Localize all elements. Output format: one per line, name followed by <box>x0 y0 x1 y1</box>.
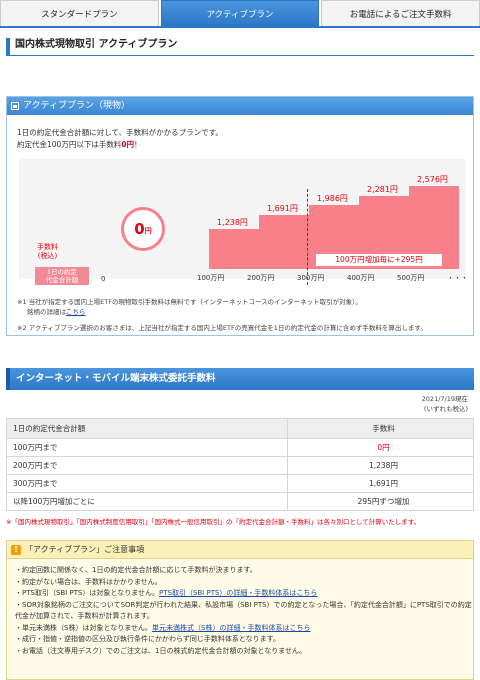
caution-list: 約定回数に関係なく、1日の約定代金合計額に応じて手数料が決まります。 約定がない… <box>7 559 473 657</box>
list-item: SOR対象銘柄のご注文についてSOR判定が行われた結果、私設市場（SBI PTS… <box>15 600 473 623</box>
zero-fee-unit: 円 <box>144 227 152 235</box>
warning-icon: ! <box>11 544 21 555</box>
row-amount: 300万円まで <box>6 474 288 493</box>
table-header-row: 1日の約定代金合計額 手数料 <box>6 418 475 439</box>
caution-box: ! 「アクティブプラン」ご注意事項 約定回数に関係なく、1日の約定代金合計額に応… <box>6 540 474 680</box>
header-amount: 1日の約定代金合計額 <box>6 418 288 439</box>
tab-active-plan[interactable]: アクティブプラン <box>160 0 320 26</box>
commission-table: 1日の約定代金合計額 手数料 100万円まで 0円 200万円まで 1,238円… <box>6 418 475 511</box>
amount-axis-label: 1日の約定 代金合計額 <box>35 267 89 285</box>
row-amount: 100万円まで <box>6 438 288 457</box>
fee-axis-label: 手数料 (税込) <box>37 243 58 261</box>
plan-intro: 1日の約定代金合計額に対して、手数料がかかるプランです。 約定代金100万円以下… <box>17 127 223 151</box>
axis-start-label: 0 <box>101 275 106 283</box>
x-tick-label: 400万円 <box>347 274 375 282</box>
caution-text: 成行・指値・逆指値の区分及び執行条件にかかわらず同じ手数料体系となります。 <box>22 635 280 643</box>
active-plan-title: アクティブプラン（現物） <box>23 101 131 111</box>
x-tick-label: ・・・ <box>447 274 468 282</box>
note-etf-detail-text: 銘柄の詳細は <box>27 308 66 316</box>
plan-tabs: スタンダードプラン アクティブプラン お電話によるご注文手数料 <box>0 0 480 28</box>
tab-phone-order-fee[interactable]: お電話によるご注文手数料 <box>321 0 480 26</box>
caution-text: SOR対象銘柄のご注文についてSOR判定が行われた結果、私設市場（SBI PTS… <box>15 600 472 621</box>
amount-label-line-1: 1日の約定 <box>46 268 78 276</box>
header-fee: 手数料 <box>286 418 475 439</box>
fee-bar-label: 2,281円 <box>367 184 398 194</box>
tab-standard-plan[interactable]: スタンダードプラン <box>0 0 159 26</box>
intro-exclaim: ！ <box>134 140 142 149</box>
plan-icon <box>11 102 19 110</box>
s-kabu-detail-link[interactable]: 単元未満株式（S株）の詳細・手数料体系はこちら <box>152 624 310 632</box>
caution-text: 約定回数に関係なく、1日の約定代金合計額に応じて手数料が決まります。 <box>22 566 257 574</box>
threshold-line <box>307 189 308 285</box>
x-tick-label: 100万円 <box>197 274 225 282</box>
x-tick-label: 200万円 <box>247 274 275 282</box>
fee-bar-label: 1,986円 <box>317 194 348 204</box>
note-2: ※2 アクティブプラン選択のお客さまは、上記当社が指定する国内上場ETFの売買代… <box>17 324 427 332</box>
x-tick-label: 300万円 <box>297 274 325 282</box>
fee-bar <box>209 229 259 269</box>
amount-label-line-2: 代金合計額 <box>45 276 79 284</box>
intro-line-2-text: 約定代金100万円以下は手数料 <box>17 140 122 149</box>
caution-header: ! 「アクティブプラン」ご注意事項 <box>7 541 473 559</box>
commission-date: 2021/7/19現在 (いずれも税込) <box>0 394 468 414</box>
intro-line-2: 約定代金100万円以下は手数料0円！ <box>17 139 223 151</box>
fee-bar-label: 1,691円 <box>267 203 298 213</box>
row-fee: 0円 <box>286 438 475 457</box>
fee-label-line-1: 手数料 <box>37 243 58 251</box>
caution-text: 単元未満株（S株）は対象となりません。 <box>22 623 153 632</box>
list-item: 単元未満株（S株）は対象となりません。単元未満株式（S株）の詳細・手数料体系はこ… <box>15 623 473 635</box>
note-etf-detail: 銘柄の詳細はこちら <box>17 307 427 317</box>
table-row: 以降100万円増加ごとに 295円ずつ増加 <box>6 492 475 511</box>
note-1: ※1 当社が指定する国内上場ETFの現物取引手数料は無料です（インターネットコー… <box>17 298 362 306</box>
pts-detail-link[interactable]: PTS取引（SBI PTS）の詳細・手数料体系はこちら <box>159 589 317 597</box>
page-title: 国内株式現物取引 アクティブプラン <box>6 38 474 56</box>
increment-note: 100万円増加毎に+295円 <box>315 253 443 267</box>
caution-text: 約定がない場合は、手数料はかかりません。 <box>22 577 162 586</box>
active-plan-header: アクティブプラン（現物） <box>7 97 473 115</box>
commission-red-note: ※「国内株式現物取引」「国内株式制度信用取引」「国内株式一般信用取引」の「約定代… <box>6 518 421 526</box>
zero-fee-circle: 0円 <box>121 207 165 251</box>
caution-text: PTS取引（SBI PTS）は対象となりません。 <box>22 589 159 597</box>
row-fee: 1,691円 <box>286 474 475 493</box>
zero-fee-value: 0 <box>134 220 145 238</box>
table-row: 200万円まで 1,238円 <box>6 456 475 475</box>
list-item: お電話（注文専用デスク）でのご注文は、1日の株式約定代金合計額の対象となりません… <box>15 646 473 658</box>
list-item: PTS取引（SBI PTS）は対象となりません。PTS取引（SBI PTS）の詳… <box>15 588 473 600</box>
row-amount: 200万円まで <box>6 456 288 475</box>
table-row: 300万円まで 1,691円 <box>6 474 475 493</box>
tax-note: (いずれも税込) <box>423 405 468 413</box>
list-item: 約定がない場合は、手数料はかかりません。 <box>15 577 473 589</box>
fee-bar-label: 1,238円 <box>217 218 248 228</box>
plan-notes: ※1 当社が指定する国内上場ETFの現物取引手数料は無料です（インターネットコー… <box>17 297 427 333</box>
date-text: 2021/7/19現在 <box>421 395 468 403</box>
table-row: 100万円まで 0円 <box>6 438 475 457</box>
x-tick-label: 500万円 <box>397 274 425 282</box>
list-item: 約定回数に関係なく、1日の約定代金合計額に応じて手数料が決まります。 <box>15 565 473 577</box>
fee-bar-label: 2,576円 <box>417 175 448 185</box>
row-amount: 以降100万円増加ごとに <box>6 492 288 511</box>
row-fee: 1,238円 <box>286 456 475 475</box>
fee-bar <box>259 214 309 269</box>
active-plan-box: アクティブプラン（現物） 1日の約定代金合計額に対して、手数料がかかるプランです… <box>6 96 474 336</box>
caution-title: 「アクティブプラン」ご注意事項 <box>25 544 145 554</box>
etf-detail-link[interactable]: こちら <box>66 308 86 316</box>
intro-zero-yen: 0円 <box>121 140 135 149</box>
row-fee: 295円ずつ増加 <box>286 492 475 511</box>
intro-line-1: 1日の約定代金合計額に対して、手数料がかかるプランです。 <box>17 128 223 137</box>
fee-label-line-2: (税込) <box>37 252 58 260</box>
list-item: 成行・指値・逆指値の区分及び執行条件にかかわらず同じ手数料体系となります。 <box>15 634 473 646</box>
commission-section-title: インターネット・モバイル端末株式委託手数料 <box>6 368 474 390</box>
